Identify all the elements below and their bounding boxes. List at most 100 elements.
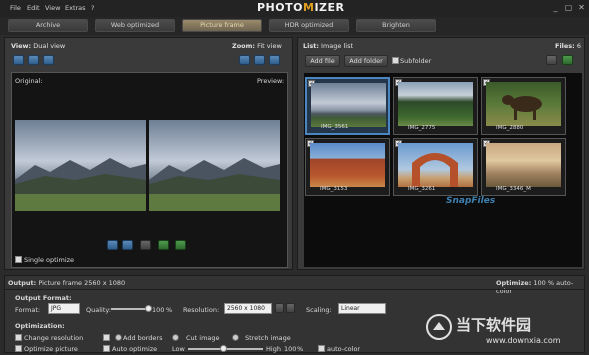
quality-slider-track[interactable] <box>111 308 149 310</box>
thumbnail[interactable]: ✓ IMG_3153 <box>305 138 390 196</box>
change-resolution-checkbox[interactable] <box>15 334 22 341</box>
divider <box>4 289 585 290</box>
app-logo: PHOTOMIZER <box>257 1 345 14</box>
single-optimize-label: Single optimize <box>24 256 75 264</box>
quality-slider-knob[interactable] <box>145 305 152 312</box>
output-summary: Output: Picture frame 2560 x 1080 <box>8 279 126 287</box>
quality-unit: % <box>166 306 173 314</box>
cut-image-radio[interactable] <box>172 334 179 341</box>
optimize-summary: Optimize: 100 % auto-color <box>496 279 574 295</box>
zoom-label: Zoom: Fit view <box>232 42 282 50</box>
low-label: Low <box>172 345 185 353</box>
tab-web-optimized[interactable]: Web optimized <box>95 19 175 32</box>
single-view-icon[interactable] <box>13 55 24 65</box>
tab-picture-frame[interactable]: Picture frame <box>182 19 262 32</box>
site-watermark: 当下软件园 www.downxia.com <box>426 312 586 352</box>
thumbnail[interactable]: ✓ IMG_3346_M <box>481 138 566 196</box>
snapfiles-watermark: SnapFiles <box>446 196 496 206</box>
tab-hdr-optimized[interactable]: HDR optimized <box>269 19 349 32</box>
thumbnail-caption: IMG_2880 <box>496 125 524 131</box>
zoom-in-icon[interactable] <box>269 55 280 65</box>
maximize-button[interactable]: ▢ <box>564 3 573 12</box>
watermark-title: 当下软件园 <box>456 316 532 334</box>
thumbnail[interactable]: ✓ IMG_2880 <box>481 77 566 135</box>
thumbnail-caption: IMG_3153 <box>320 186 348 192</box>
menu-file[interactable]: File <box>10 4 21 12</box>
menu-extras[interactable]: Extras <box>65 4 86 12</box>
thumbnail-view-icon[interactable] <box>562 55 573 65</box>
add-borders-label: Add borders <box>123 334 163 342</box>
add-folder-button[interactable]: Add folder <box>344 55 388 67</box>
optimization-heading: Optimization: <box>15 322 65 330</box>
resolution-add-icon[interactable] <box>275 303 284 313</box>
minimize-button[interactable]: _ <box>551 3 560 12</box>
split-view-icon[interactable] <box>43 55 54 65</box>
level-value: 100 <box>284 345 297 353</box>
auto-color-label: auto-color <box>327 345 361 353</box>
zoom-100-icon[interactable] <box>254 55 265 65</box>
thumbnail[interactable]: ✓ IMG_2775 <box>393 77 478 135</box>
downxia-logo-icon <box>426 314 452 340</box>
thumbnail-caption: IMG_3346_M <box>496 186 531 192</box>
list-view-icon[interactable] <box>546 55 557 65</box>
moose-silhouette <box>502 95 542 120</box>
thumbnail-image <box>310 143 385 187</box>
change-resolution-label: Change resolution <box>24 334 84 342</box>
rotate-right-icon[interactable] <box>122 240 133 250</box>
add-borders-checkbox[interactable] <box>103 334 110 341</box>
output-format-heading: Output Format: <box>15 294 72 302</box>
resolution-select[interactable]: 2560 x 1080 <box>224 303 272 314</box>
preview-label: Preview: <box>257 77 285 85</box>
auto-optimize-label: Auto optimize <box>112 345 158 353</box>
menu-edit[interactable]: Edit <box>27 4 40 12</box>
resolution-remove-icon[interactable] <box>286 303 295 313</box>
scaling-label: Scaling: <box>306 306 332 314</box>
menu-view[interactable]: View <box>45 4 60 12</box>
add-file-button[interactable]: Add file <box>305 55 340 67</box>
mountain-range <box>15 158 146 211</box>
tab-brighten[interactable]: Brighten <box>356 19 436 32</box>
thumbnail-caption: IMG_3561 <box>321 124 349 130</box>
format-select[interactable]: JPG <box>48 303 80 314</box>
level-unit: % <box>297 345 304 353</box>
flip-vertical-icon[interactable] <box>175 240 186 250</box>
thumbnail[interactable]: ✓ IMG_3561 <box>305 77 390 135</box>
scaling-select[interactable]: Linear <box>338 303 386 314</box>
quality-value: 100 <box>152 306 165 314</box>
auto-optimize-checkbox[interactable] <box>103 345 110 352</box>
rotate-left-icon[interactable] <box>107 240 118 250</box>
tab-archive[interactable]: Archive <box>8 19 88 32</box>
arch-silhouette <box>412 153 458 187</box>
level-slider-knob[interactable] <box>220 345 227 352</box>
thumbnail[interactable]: ✓ IMG_3261 <box>393 138 478 196</box>
add-borders-radio[interactable] <box>115 334 122 341</box>
quality-label: Quality: <box>86 306 111 314</box>
single-optimize-checkbox[interactable] <box>15 256 22 263</box>
preview-image <box>149 120 280 211</box>
subfolder-checkbox[interactable] <box>392 57 399 64</box>
auto-color-checkbox[interactable] <box>318 345 325 352</box>
thumbnail-image <box>486 143 561 187</box>
mountain-range <box>149 158 280 211</box>
stretch-image-radio[interactable] <box>232 334 239 341</box>
menu-help[interactable]: ? <box>91 4 94 12</box>
thumbnail-image <box>486 82 561 126</box>
thumbnail-caption: IMG_2775 <box>408 125 436 131</box>
original-label: Original: <box>15 77 43 85</box>
close-button[interactable]: ✕ <box>577 3 586 12</box>
optimize-picture-checkbox[interactable] <box>15 345 22 352</box>
zoom-fit-icon[interactable] <box>239 55 250 65</box>
crop-icon[interactable] <box>140 240 151 250</box>
list-label: List: Image list <box>303 42 354 50</box>
original-image <box>15 120 146 211</box>
watermark-url: www.downxia.com <box>486 336 561 345</box>
dual-view-icon[interactable] <box>28 55 39 65</box>
format-label: Format: <box>15 306 41 314</box>
thumbnail-caption: IMG_3261 <box>408 186 436 192</box>
files-count: Files: 6 <box>555 42 581 50</box>
subfolder-label: Subfolder <box>400 57 432 65</box>
flip-horizontal-icon[interactable] <box>158 240 169 250</box>
thumbnail-image <box>398 82 473 126</box>
thumbnail-image <box>311 83 386 127</box>
cut-image-label: Cut image <box>186 334 220 342</box>
